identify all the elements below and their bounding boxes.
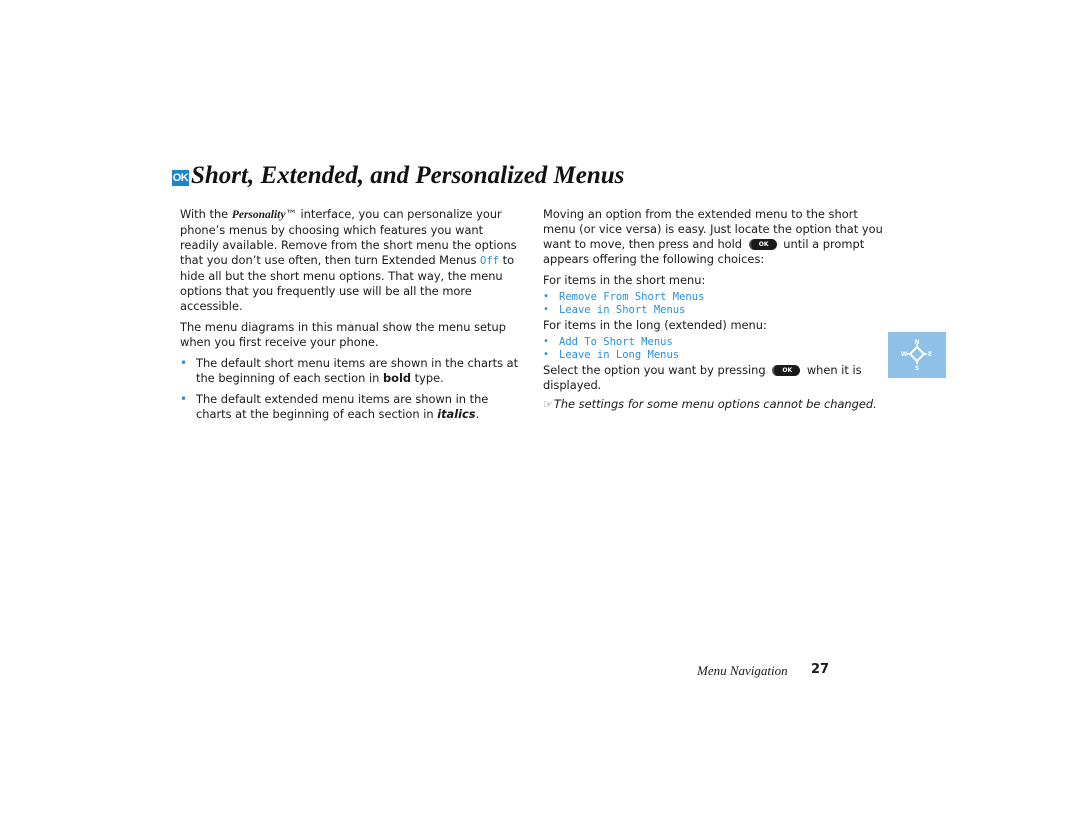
note: ☞The settings for some menu options cann… — [543, 397, 888, 412]
text: . — [475, 407, 480, 421]
list-item: The default short menu items are shown i… — [180, 356, 520, 386]
east-label: E — [928, 351, 932, 358]
page-title: Short, Extended, and Personalized Menus — [191, 162, 625, 189]
list-item: The default extended menu items are show… — [180, 392, 520, 422]
ok-key-icon: OK — [772, 365, 801, 376]
section-heading: OK Short, Extended, and Personalized Men… — [172, 162, 624, 190]
lcd-option: Leave in Long Menus — [543, 349, 888, 362]
footer-section-name: Menu Navigation — [697, 663, 788, 678]
bullet-list: The default short menu items are shown i… — [180, 356, 520, 422]
ok-button-icon: OK — [172, 170, 189, 186]
long-menu-intro: For items in the long (extended) menu: — [543, 318, 767, 332]
text: With the — [180, 207, 232, 221]
moving-paragraph: Moving an option from the extended menu … — [543, 207, 888, 267]
text: type. — [411, 371, 444, 385]
lcd-option: Add To Short Menus — [543, 336, 888, 349]
short-menu-intro: For items in the short menu: — [543, 273, 706, 287]
text: Select the option you want by pressing — [543, 363, 770, 377]
north-label: N — [914, 339, 919, 346]
text: The default short menu items are shown i… — [196, 356, 519, 385]
lcd-text-off: Off — [480, 255, 499, 267]
page-number: 27 — [811, 662, 830, 677]
short-options-list: Remove From Short Menus Leave in Short M… — [543, 291, 888, 316]
ok-key-icon: OK — [748, 239, 777, 250]
diagram-paragraph: The menu diagrams in this manual show th… — [180, 320, 506, 349]
right-column: Moving an option from the extended menu … — [543, 207, 888, 418]
south-label: S — [915, 365, 919, 372]
lcd-option: Leave in Short Menus — [543, 304, 888, 317]
brand-name: Personality — [231, 209, 286, 221]
italic-word: italics — [437, 407, 476, 421]
select-paragraph: Select the option you want by pressing O… — [543, 363, 888, 393]
note-text: The settings for some menu options canno… — [553, 397, 877, 411]
hand-pointer-icon: ☞ — [543, 398, 553, 411]
navigation-key-icon: N S W E — [888, 332, 946, 378]
west-label: W — [901, 351, 908, 358]
long-options-list: Add To Short Menus Leave in Long Menus — [543, 336, 888, 361]
intro-paragraph: With the Personality™ interface, you can… — [180, 207, 520, 314]
lcd-option: Remove From Short Menus — [543, 291, 888, 304]
bold-word: bold — [382, 371, 412, 385]
left-column: With the Personality™ interface, you can… — [180, 207, 520, 428]
